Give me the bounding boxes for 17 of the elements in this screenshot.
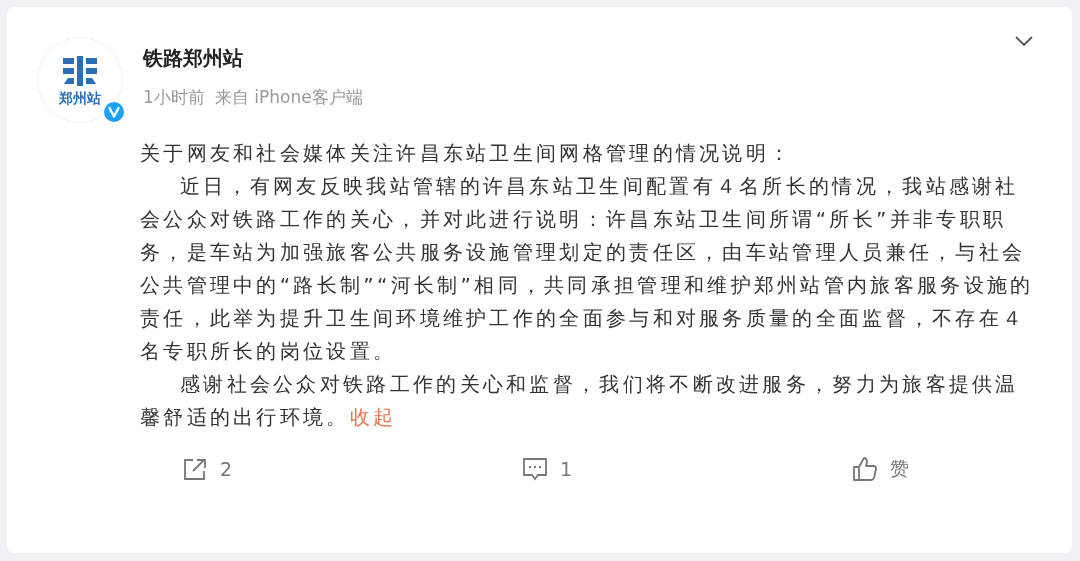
action-count: 赞 bbox=[890, 456, 909, 481]
post-time: 1小时前 bbox=[143, 86, 205, 109]
logo-icon bbox=[60, 54, 100, 88]
avatar[interactable]: 郑州站 bbox=[37, 37, 123, 123]
post-title: 关于网友和社会媒体关注许昌东站卫生间网格管理的情况说明： bbox=[140, 140, 794, 167]
post-source: 来自 iPhone客户端 bbox=[214, 86, 363, 109]
post-paragraph: 近日，有网友反映我站管辖的许昌东站卫生间配置有４名所长的情况，我站感谢社会公众对铁路工作的关心，并对此进行说明：许昌东站卫生间所谓“所长”并非专职职务，是车站为加强旅客公共服务设施管理划定的责任区，由车站管理人员兼任，与社会公共管理中的“路长制”“河长制”相同，共同承担管理和维护郑州站管内旅客服务设施的责任，此举为提升卫生间环境维护工作的全面参与和对服务质量的全面监督，不存在４名专职所长的岗位设置。 bbox=[140, 173, 1035, 365]
action-count: 1 bbox=[560, 458, 573, 480]
comment-icon[interactable] bbox=[522, 457, 548, 481]
post-paragraph: 感谢社会公众对铁路工作的关心和监督，我们将不断改进服务，努力为旅客提供温馨舒适的出行环境。收起 bbox=[140, 371, 1020, 431]
chevron-down-icon[interactable] bbox=[1014, 35, 1034, 47]
author-name[interactable]: 铁路郑州站 bbox=[143, 45, 363, 72]
logo-text: 郑州站 bbox=[59, 90, 101, 106]
share-icon[interactable] bbox=[182, 457, 208, 481]
action-count: 2 bbox=[220, 458, 233, 480]
collapse-link[interactable]: 收起 bbox=[349, 405, 397, 429]
thumbs-up-icon[interactable] bbox=[852, 456, 878, 482]
